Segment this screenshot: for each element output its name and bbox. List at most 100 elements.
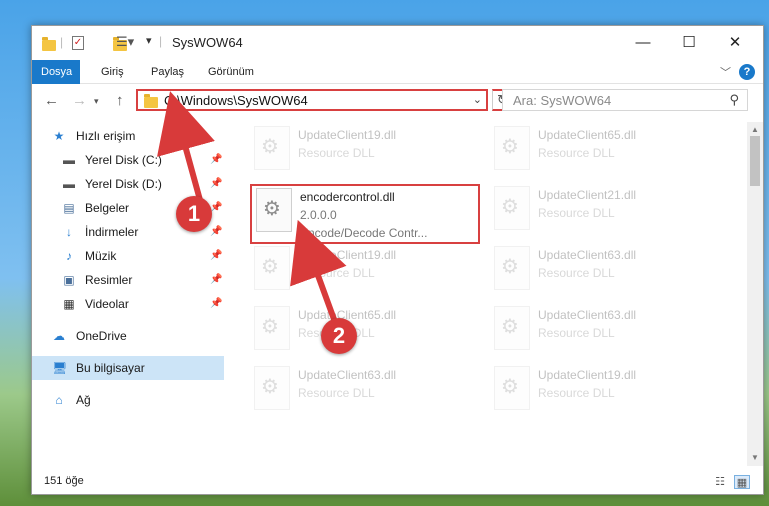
file-name: UpdateClient19.dll [298,128,397,142]
dll-file-icon: ⚙ [254,306,290,350]
sidebar-item-label: Ağ [76,393,91,407]
file-type: Resource DLL [538,206,615,220]
pin-icon[interactable]: 📌 [210,292,222,316]
file-name: UpdateClient19.dll [538,368,637,382]
maximize-button[interactable]: ☐ [666,26,712,60]
scroll-down-icon[interactable]: ▼ [747,450,763,466]
sidebar-item-music[interactable]: ♪ Müzik 📌 [32,244,224,268]
list-item[interactable]: ⚙ UpdateClient21.dll Resource DLL [490,184,720,244]
list-item[interactable]: ⚙ UpdateClient63.dll Resource DLL [250,364,480,424]
drive-icon: ▬ [63,177,75,191]
sidebar-item-local-disk-d[interactable]: ▬ Yerel Disk (D:) 📌 [32,172,224,196]
list-item[interactable]: ⚙ UpdateClient19.dll Resource DLL [490,364,720,424]
dll-file-icon: ⚙ [494,186,530,230]
sidebar-item-network[interactable]: ⌂ Ağ [32,388,224,412]
dll-file-icon: ⚙ [254,246,290,290]
sidebar-item-quick-access[interactable]: ★ Hızlı erişim [32,124,224,148]
customize-toolbar-icon[interactable]: ☰▾ [116,34,134,50]
file-type: Resource DLL [538,386,615,400]
sidebar-item-label: İndirmeler [85,225,139,239]
sidebar-item-label: Videolar [85,297,129,311]
back-arrow-icon[interactable]: ← [44,92,59,109]
status-bar: 151 öğe ☷ ▦ [32,470,763,494]
sidebar-item-local-disk-c[interactable]: ▬ Yerel Disk (C:) 📌 [32,148,224,172]
navigation-pane: ★ Hızlı erişim ▬ Yerel Disk (C:) 📌 ▬ Yer… [32,124,228,464]
details-view-icon[interactable]: ☷ [712,475,728,489]
window-title: SysWOW64 [172,35,243,50]
separator: | [60,35,64,49]
sidebar-item-label: Resimler [85,273,133,287]
search-icon[interactable]: ⚲ [729,92,739,108]
dll-file-icon: ⚙ [256,188,292,232]
chevron-down-icon[interactable]: ⌄ [473,93,482,106]
music-icon: ♪ [66,249,72,263]
vertical-scrollbar[interactable]: ▲ ▼ [747,122,763,466]
pin-icon[interactable]: 📌 [210,172,222,196]
sidebar-item-onedrive[interactable]: ☁ OneDrive [32,324,224,348]
pin-icon[interactable]: 📌 [210,220,222,244]
dll-file-icon: ⚙ [494,126,530,170]
explorer-window: | ✓ ☰▾ ▾ | SysWOW64 — ☐ ✕ Dosya Giriş Pa… [31,25,764,495]
file-type: Resource DLL [298,266,375,280]
search-input[interactable]: Ara: SysWOW64 ⚲ [502,89,748,111]
file-name: UpdateClient63.dll [298,368,397,382]
up-arrow-icon[interactable]: ↑ [116,92,124,109]
scrollbar-thumb[interactable] [750,136,760,186]
sidebar-item-label: Hızlı erişim [76,129,136,143]
file-type: Resource DLL [538,326,615,340]
dll-file-icon: ⚙ [494,246,530,290]
file-name: UpdateClient63.dll [538,308,637,322]
folder-icon [144,94,158,108]
pictures-icon: ▣ [63,273,75,287]
documents-icon: ▤ [63,201,75,215]
sidebar-item-label: Yerel Disk (C:) [85,153,162,167]
sidebar-item-this-pc[interactable]: 🖥 Bu bilgisayar [32,356,224,380]
chevron-down-icon[interactable]: ﹀ [720,64,731,80]
pin-icon[interactable]: 📌 [210,268,222,292]
file-type: Resource DLL [538,266,615,280]
tab-share[interactable]: Paylaş [142,60,193,84]
sidebar-item-label: Müzik [85,249,117,263]
search-placeholder: Ara: SysWOW64 [513,93,612,108]
file-version: 2.0.0.0 [300,208,337,222]
video-icon: ▦ [63,297,75,311]
file-type: Resource DLL [298,386,375,400]
file-type: Resource DLL [298,146,375,160]
tiles-view-icon[interactable]: ▦ [734,475,750,489]
address-bar[interactable]: C:\Windows\SysWOW64 ⌄ [136,89,488,111]
pin-icon[interactable]: 📌 [210,196,222,220]
sidebar-item-videos[interactable]: ▦ Videolar 📌 [32,292,224,316]
help-icon[interactable]: ? [739,64,755,80]
tab-file[interactable]: Dosya [32,60,80,84]
item-count: 151 öğe [44,475,84,487]
pin-icon[interactable]: 📌 [210,148,222,172]
tab-view[interactable]: Görünüm [199,60,263,84]
file-name: UpdateClient65.dll [538,128,637,142]
list-item[interactable]: ⚙ UpdateClient65.dll Resource DLL [250,304,480,364]
minimize-button[interactable]: — [620,26,666,60]
title-bar: | ✓ ☰▾ ▾ | SysWOW64 — ☐ ✕ [32,26,763,60]
list-item[interactable]: ⚙ UpdateClient65.dll Resource DLL [490,124,720,184]
close-button[interactable]: ✕ [712,26,758,60]
highlighted-file-item[interactable]: ⚙ encodercontrol.dll 2.0.0.0 Encode/Deco… [250,184,480,244]
folder-icon [42,37,56,51]
pin-icon[interactable]: 📌 [210,244,222,268]
list-item[interactable]: ⚙ UpdateClient19.dll Resource DLL [250,124,480,184]
list-item[interactable]: ⚙ UpdateClient63.dll Resource DLL [490,304,720,364]
cloud-icon: ☁ [53,329,65,343]
quick-access-dropdown-icon[interactable]: ▾ [146,34,152,50]
sidebar-item-pictures[interactable]: ▣ Resimler 📌 [32,268,224,292]
dll-file-icon: ⚙ [254,126,290,170]
forward-arrow-icon[interactable]: → [72,92,87,109]
list-item[interactable]: ⚙ UpdateClient19.dll Resource DLL [250,244,480,304]
dll-file-icon: ⚙ [494,366,530,410]
properties-icon[interactable]: ✓ [72,36,84,50]
address-path[interactable]: C:\Windows\SysWOW64 [164,93,308,108]
list-item[interactable]: ⚙ UpdateClient63.dll Resource DLL [490,244,720,304]
sidebar-item-label: Yerel Disk (D:) [85,177,162,191]
tab-home[interactable]: Giriş [92,60,133,84]
recent-locations-icon[interactable]: ▾ [94,96,99,107]
sidebar-item-label: Bu bilgisayar [76,361,145,375]
separator: | [159,34,163,48]
file-type: Resource DLL [538,146,615,160]
